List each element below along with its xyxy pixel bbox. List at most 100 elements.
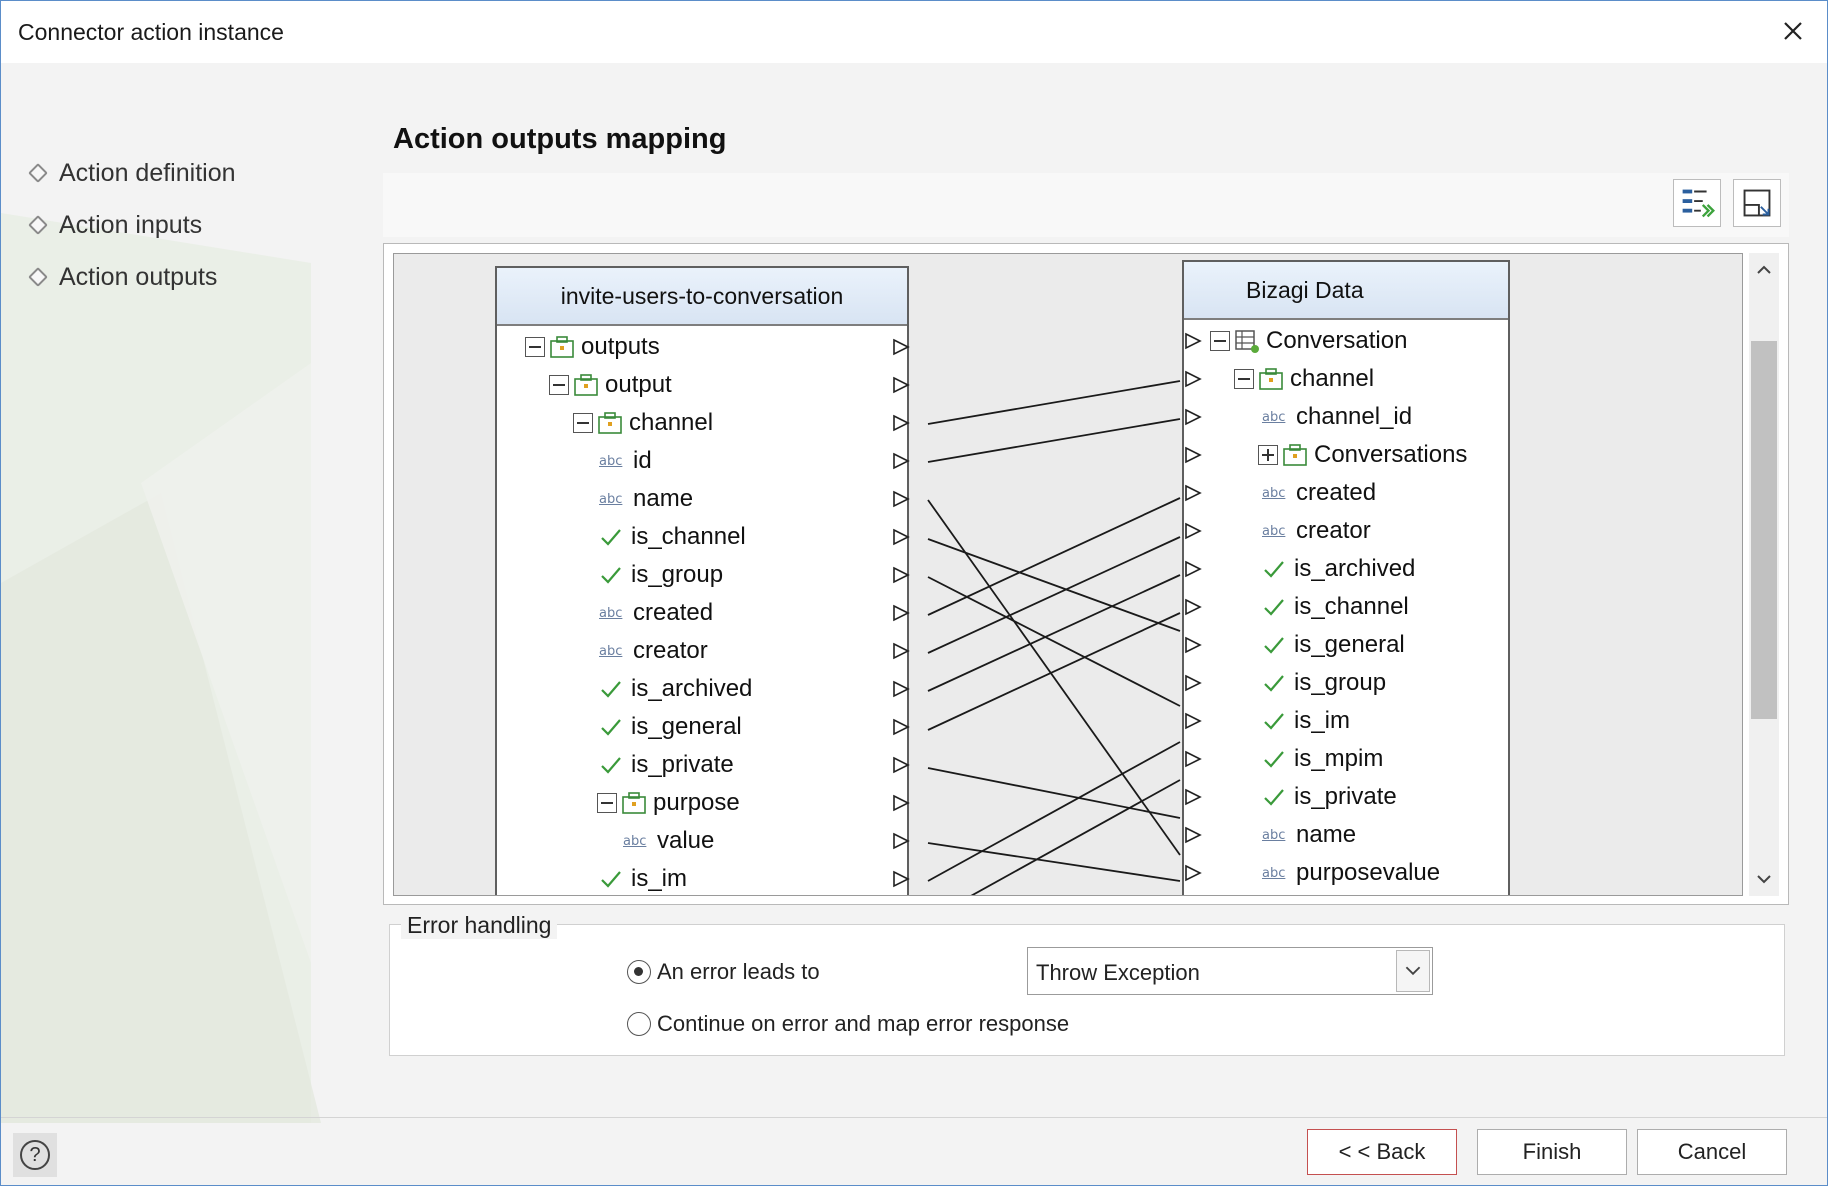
output-port-icon[interactable] [891, 337, 911, 357]
scrollbar-thumb[interactable] [1751, 341, 1777, 719]
tree-node-creator[interactable]: abc creator [599, 632, 708, 670]
input-port-icon[interactable] [1183, 825, 1203, 845]
collapse-icon[interactable] [1210, 331, 1230, 351]
tree-node-is-im[interactable]: is_im [1262, 702, 1350, 740]
vertical-scrollbar[interactable] [1749, 253, 1779, 896]
tree-node-purposevalue[interactable]: abc purposevalue [1262, 854, 1440, 892]
input-port-icon[interactable] [1183, 749, 1203, 769]
tree-node-is-im[interactable]: is_im [599, 860, 688, 895]
output-port-icon[interactable] [891, 869, 911, 889]
tree-node-is-group[interactable]: is_group [1262, 664, 1386, 702]
output-port-icon[interactable] [891, 451, 911, 471]
close-icon[interactable] [1773, 11, 1813, 51]
output-port-icon[interactable] [891, 717, 911, 737]
node-label: is_im [631, 865, 688, 892]
error-action-dropdown[interactable]: Throw Exception [1027, 947, 1433, 995]
input-port-icon[interactable] [1183, 787, 1203, 807]
nav-action-definition[interactable]: Action definition [28, 147, 236, 199]
collapse-icon[interactable] [525, 337, 545, 357]
input-port-icon[interactable] [1183, 635, 1203, 655]
radio-error-leads-to[interactable]: An error leads to [627, 959, 820, 985]
output-port-icon[interactable] [891, 527, 911, 547]
tree-node-value[interactable]: abc value [623, 822, 714, 860]
scroll-down-icon[interactable] [1749, 864, 1779, 894]
collapse-icon[interactable] [597, 793, 617, 813]
cancel-button[interactable]: Cancel [1637, 1129, 1787, 1175]
tree-node-is-channel[interactable]: is_channel [599, 518, 746, 556]
radio-selected-icon[interactable] [627, 960, 651, 984]
input-port-icon[interactable] [1183, 559, 1203, 579]
dropdown-button[interactable] [1396, 950, 1430, 992]
page-title: Action outputs mapping [393, 123, 727, 155]
node-label: name [633, 485, 694, 512]
tree-node-purpose[interactable]: purpose [597, 784, 740, 822]
tree-node-is-mpim[interactable]: is_mpim [1262, 740, 1383, 778]
tree-node-id[interactable]: abc id [599, 442, 652, 480]
tree-node-is-private[interactable]: is_private [599, 746, 734, 784]
tree-node-output[interactable]: output [549, 366, 672, 404]
tree-node-is-archived[interactable]: is_archived [599, 670, 752, 708]
radio-continue-on-error[interactable]: Continue on error and map error response [627, 1011, 1069, 1037]
tree-node-channel[interactable]: channel [1234, 360, 1374, 398]
output-port-icon[interactable] [891, 375, 911, 395]
input-port-icon[interactable] [1183, 521, 1203, 541]
tree-node-created[interactable]: abc created [599, 594, 713, 632]
node-label: is_im [1294, 707, 1351, 734]
node-label: is_private [1294, 783, 1397, 810]
tree-node-is-archived[interactable]: is_archived [1262, 550, 1415, 588]
auto-map-button[interactable] [1673, 179, 1721, 227]
tree-node-is-general[interactable]: is_general [1262, 626, 1405, 664]
output-port-icon[interactable] [891, 831, 911, 851]
input-port-icon[interactable] [1183, 483, 1203, 503]
collapse-icon[interactable] [573, 413, 593, 433]
output-port-icon[interactable] [891, 413, 911, 433]
input-port-icon[interactable] [1183, 597, 1203, 617]
tree-node-name[interactable]: abc name [1262, 816, 1356, 854]
radio-unselected-icon[interactable] [627, 1012, 651, 1036]
tree-node-is-private[interactable]: is_private [1262, 778, 1397, 816]
output-port-icon[interactable] [891, 679, 911, 699]
source-panel-header: invite-users-to-conversation [497, 268, 907, 326]
input-port-icon[interactable] [1183, 445, 1203, 465]
boolean-check-icon [601, 757, 621, 774]
output-port-icon[interactable] [891, 603, 911, 623]
collapse-icon[interactable] [1234, 369, 1254, 389]
object-icon [1283, 444, 1307, 466]
source-schema-panel: invite-users-to-conversation outputs out… [495, 266, 911, 895]
string-type-icon: abc [599, 643, 623, 659]
output-port-icon[interactable] [891, 565, 911, 585]
input-port-icon[interactable] [1183, 711, 1203, 731]
finish-button[interactable]: Finish [1477, 1129, 1627, 1175]
input-port-icon[interactable] [1183, 407, 1203, 427]
nav-action-outputs[interactable]: Action outputs [28, 251, 236, 303]
tree-node-is-channel[interactable]: is_channel [1262, 588, 1409, 626]
tree-node-channel-id[interactable]: abc channel_id [1262, 398, 1412, 436]
nav-action-inputs[interactable]: Action inputs [28, 199, 236, 251]
output-port-icon[interactable] [891, 793, 911, 813]
expand-icon[interactable] [1258, 445, 1278, 465]
tree-node-conversation[interactable]: Conversation [1210, 322, 1407, 360]
back-button[interactable]: < < Back [1307, 1129, 1457, 1175]
expand-view-button[interactable] [1733, 179, 1781, 227]
tree-node-channel[interactable]: channel [573, 404, 713, 442]
node-label: is_channel [631, 523, 746, 550]
input-port-icon[interactable] [1183, 673, 1203, 693]
node-label: created [633, 599, 714, 626]
input-port-icon[interactable] [1183, 863, 1203, 883]
scroll-up-icon[interactable] [1749, 255, 1779, 285]
tree-node-conversations[interactable]: Conversations [1258, 436, 1467, 474]
output-port-icon[interactable] [891, 755, 911, 775]
tree-node-name[interactable]: abc name [599, 480, 693, 518]
output-port-icon[interactable] [891, 489, 911, 509]
step-bullet-icon [28, 215, 48, 235]
collapse-icon[interactable] [549, 375, 569, 395]
tree-node-is-general[interactable]: is_general [599, 708, 742, 746]
tree-node-is-group[interactable]: is_group [599, 556, 723, 594]
tree-node-created[interactable]: abc created [1262, 474, 1376, 512]
input-port-icon[interactable] [1183, 331, 1203, 351]
help-button[interactable]: ? [13, 1133, 57, 1177]
tree-node-creator[interactable]: abc creator [1262, 512, 1371, 550]
tree-node-outputs[interactable]: outputs [525, 328, 660, 366]
output-port-icon[interactable] [891, 641, 911, 661]
input-port-icon[interactable] [1183, 369, 1203, 389]
